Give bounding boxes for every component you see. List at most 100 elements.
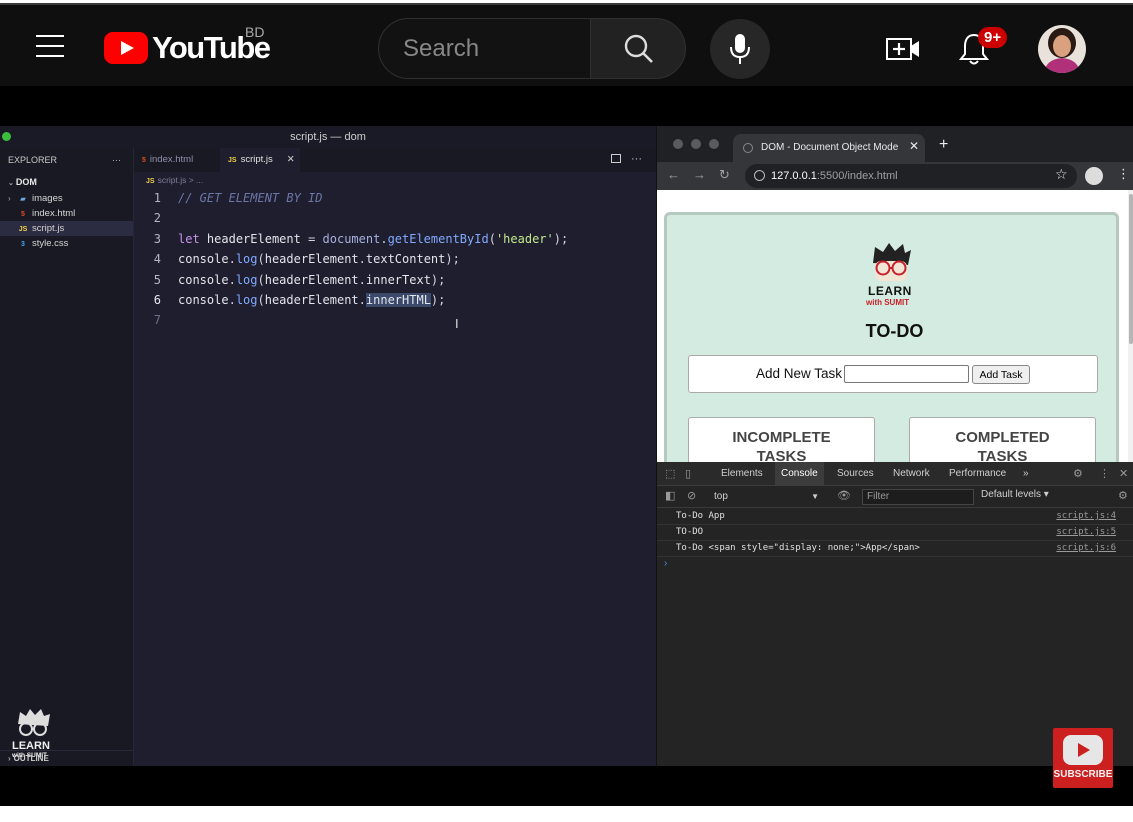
outline-section[interactable]: › OUTLINE [0,750,134,766]
outline-label: OUTLINE [13,754,49,763]
new-tab-icon[interactable]: + [939,136,948,154]
search-input[interactable] [379,19,590,78]
console-source-link[interactable]: script.js:5 [1056,525,1116,541]
code-variable: headerElement [206,231,301,246]
search-button[interactable] [590,18,686,79]
window-minimize-icon[interactable] [691,139,701,149]
line-number: 2 [153,211,161,226]
chevron-right-icon: › [8,194,11,203]
forward-icon[interactable]: → [693,167,706,182]
back-icon[interactable]: ← [667,167,680,182]
device-toolbar-icon[interactable]: ▯ [685,467,691,480]
url-host: 127.0.0.1 [771,170,817,182]
tab-index-html[interactable]: 5 index.html [134,148,222,172]
sidebar-toggle-icon[interactable]: ◧ [665,489,675,502]
code-function: getElementById [387,231,489,246]
screen: YouTube BD Search 9+ script.js — dom EXP… [0,0,1133,822]
incomplete-tasks-panel: INCOMPLETE TASKS [688,417,875,462]
add-task-label: Add New Task [756,366,843,381]
code-line: 3 let headerElement = document.getElement… [134,229,656,249]
address-bar[interactable]: 127.0.0.1:5500/index.html [745,164,1077,188]
console-source-link[interactable]: script.js:6 [1056,541,1116,557]
more-actions-icon[interactable]: ··· [631,153,642,165]
code-function: log [235,252,258,267]
close-tab-icon[interactable]: ✕ [909,139,919,153]
console-source-link[interactable]: script.js:4 [1056,509,1116,525]
browser-window: DOM - Document Object Mode ✕ + ← → ↻ 127… [656,126,1133,766]
context-value: top [714,491,728,502]
youtube-play-icon [104,32,148,64]
chevron-right-icon: › [8,754,11,763]
url-path: :5500/index.html [816,170,898,182]
inspect-element-icon[interactable]: ⬚ [665,467,675,480]
console-prompt-icon[interactable]: › [664,558,667,569]
tab-performance[interactable]: Performance [943,462,1012,486]
settings-gear-icon[interactable]: ⚙ [1073,467,1083,480]
tab-sources[interactable]: Sources [831,462,880,486]
file-name: script.js [32,223,65,234]
close-icon[interactable]: ✕ [287,154,295,165]
reload-icon[interactable]: ↻ [719,167,730,183]
panel-title-line: COMPLETED [955,429,1050,446]
file-item-script-js[interactable]: JS script.js [0,221,133,236]
breadcrumb[interactable]: JS script.js > ... [146,175,203,185]
clear-console-icon[interactable]: ⊘ [687,489,696,502]
explorer-more-icon[interactable]: ··· [112,148,121,172]
file-item-index-html[interactable]: 5 index.html [0,206,133,221]
menu-icon[interactable] [36,35,64,57]
add-task-button[interactable]: Add Task [972,365,1030,384]
window-maximize-icon[interactable] [709,139,719,149]
code-object: console [178,252,229,267]
scrollbar-thumb[interactable] [1129,194,1133,344]
console-log-row: TO-DO script.js:5 [657,525,1133,541]
browser-tab[interactable]: DOM - Document Object Mode [733,134,925,162]
code-editor[interactable]: 1 // GET ELEMENT BY ID 2 3 let headerEleme… [134,188,656,331]
window-dot-icon[interactable] [2,132,11,141]
close-devtools-icon[interactable]: ✕ [1119,467,1128,480]
tab-script-js[interactable]: JS script.js ✕ [220,148,300,172]
file-item-style-css[interactable]: 3 style.css [0,236,133,251]
page-scrollbar[interactable] [1128,190,1133,462]
subscribe-watermark[interactable]: SUBSCRIBE [1053,728,1113,788]
tab-elements[interactable]: Elements [715,462,769,486]
more-tabs-icon[interactable]: » [1017,462,1035,486]
window-title-text: script.js — dom [290,131,366,143]
context-selector[interactable]: top ▼ [708,489,821,504]
tab-network[interactable]: Network [887,462,936,486]
code-variable: headerElement [264,252,359,267]
browser-tab-bar: DOM - Document Object Mode ✕ + [657,126,1133,162]
code-operator: = [300,231,323,246]
profile-icon[interactable] [1085,167,1103,185]
tab-console[interactable]: Console [775,462,824,486]
line-number: 5 [153,272,161,287]
log-levels-dropdown[interactable]: Default levels ▾ [981,489,1049,500]
avatar[interactable] [1038,25,1086,73]
user-avatar-icon [1044,28,1080,73]
line-number: 4 [153,252,161,267]
project-folder[interactable]: ⌄ DOM [0,175,133,190]
devtools-menu-icon[interactable]: ⋮ [1099,467,1110,480]
split-editor-icon[interactable] [611,154,621,163]
tab-label: index.html [149,154,194,165]
folder-icon: ▰ [20,196,26,203]
voice-search-button[interactable] [710,19,770,79]
tab-label: script.js [240,154,273,165]
create-button[interactable] [886,36,920,67]
site-info-icon[interactable] [754,170,765,181]
logo-face-icon [873,243,911,281]
html-file-icon: 5 [21,211,25,218]
eye-icon[interactable]: 👁 [837,489,851,502]
window-close-icon[interactable] [673,139,683,149]
js-file-icon: JS [146,178,155,185]
chevron-down-icon: ⌄ [8,180,14,187]
console-filter-input[interactable]: Filter [862,489,974,505]
console-settings-gear-icon[interactable]: ⚙ [1118,489,1128,502]
explorer-header: EXPLORER ··· [0,148,133,172]
new-task-input[interactable] [844,365,969,383]
html-file-icon: 5 [142,157,146,164]
create-video-icon [886,38,919,60]
file-item-images[interactable]: › ▰ images [0,191,133,206]
browser-menu-icon[interactable]: ⋮ [1117,166,1130,182]
line-number: 6 [153,292,161,307]
bookmark-star-icon[interactable]: ☆ [1055,166,1068,183]
